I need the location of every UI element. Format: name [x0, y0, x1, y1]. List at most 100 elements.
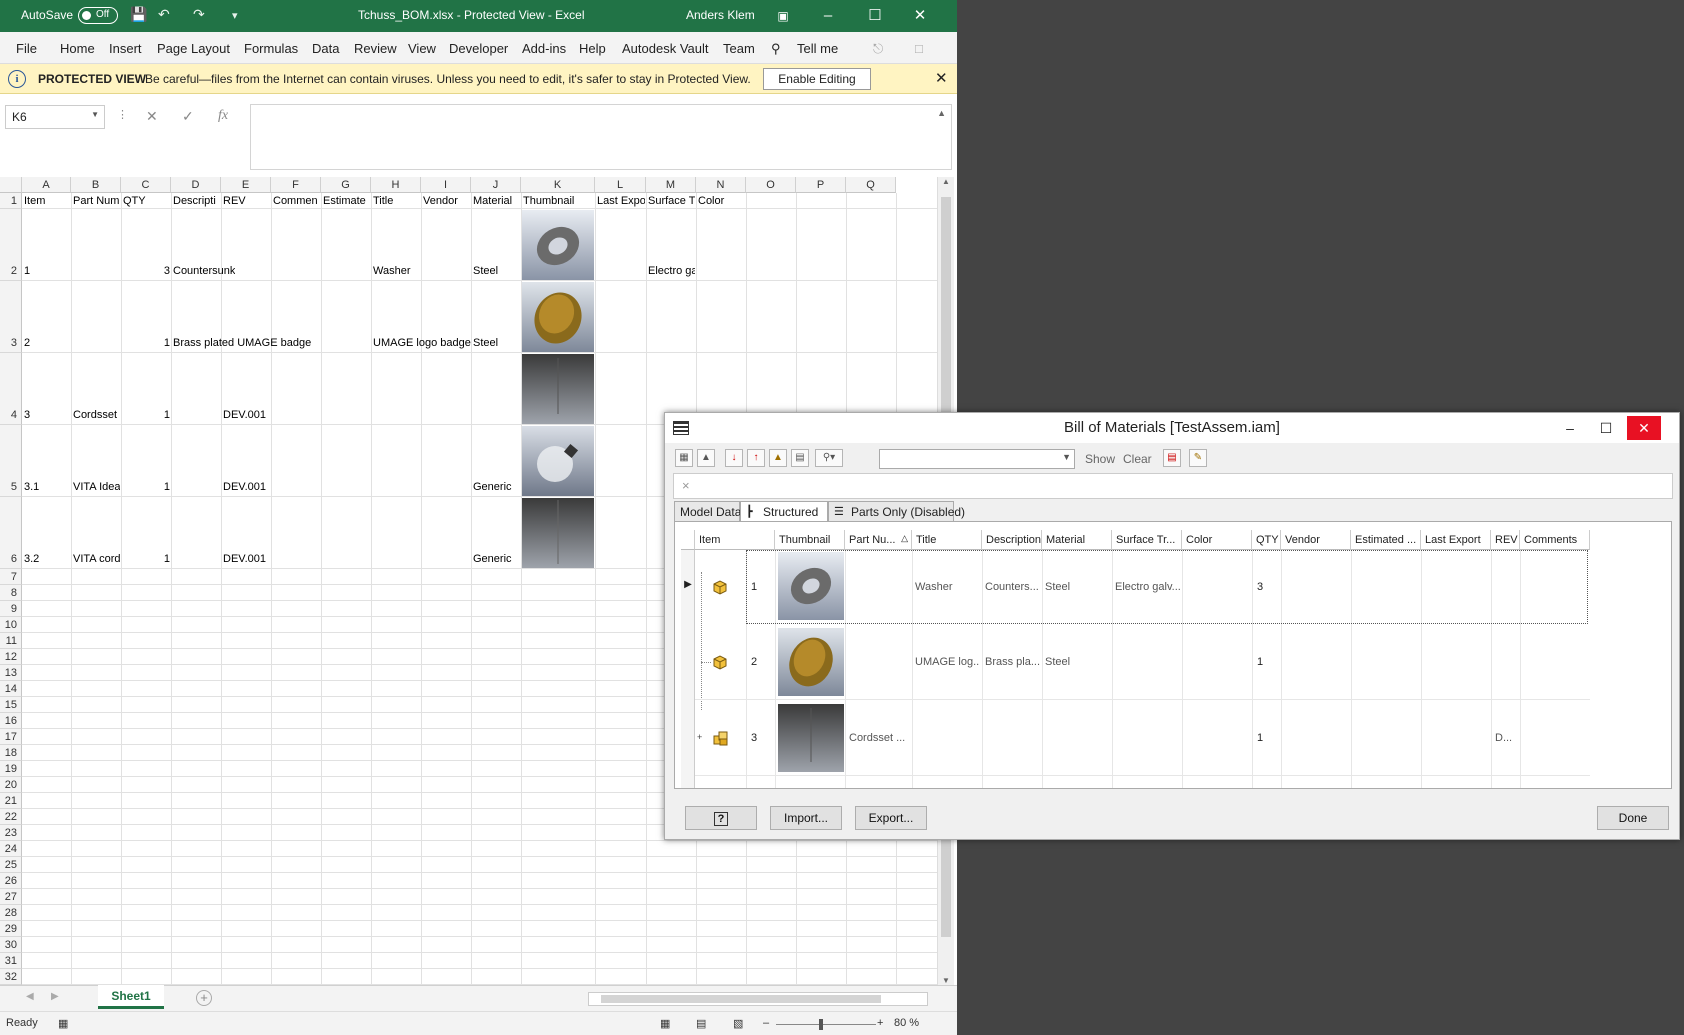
row-header[interactable]: 20 — [0, 777, 22, 793]
macro-record-icon[interactable]: ▦ — [58, 1017, 68, 1030]
column-header[interactable]: P — [796, 177, 846, 193]
edit-icon[interactable]: ✎ — [1189, 449, 1207, 467]
header-cell[interactable]: Vendor — [423, 195, 470, 207]
cell-part-number[interactable]: VITA Idea — [73, 481, 120, 493]
clear-button[interactable]: Clear — [1123, 452, 1152, 466]
bom-table[interactable]: Item Thumbnail Part Nu... △ Title Descrip… — [674, 521, 1672, 789]
cord-thumbnail[interactable] — [522, 498, 594, 568]
name-box[interactable]: K6 ▼ — [5, 105, 105, 129]
column-header[interactable]: D — [171, 177, 221, 193]
row-header[interactable]: 22 — [0, 809, 22, 825]
row-header[interactable]: 29 — [0, 921, 22, 937]
row-header[interactable]: 1 — [0, 193, 22, 209]
header-cell[interactable]: Item — [24, 195, 70, 207]
row-header[interactable]: 19 — [0, 761, 22, 777]
tab-team[interactable]: Team — [723, 41, 755, 56]
cell-material[interactable]: Steel — [473, 337, 498, 349]
col-header[interactable]: Title — [912, 530, 982, 550]
select-all-corner[interactable] — [0, 177, 22, 193]
header-cell[interactable]: REV — [223, 195, 270, 207]
prev-sheet-icon[interactable]: ◀ — [26, 991, 34, 1002]
zoom-out-icon[interactable]: – — [763, 1017, 769, 1029]
eraser-icon[interactable]: ▲ — [697, 449, 715, 467]
cell-rev[interactable]: DEV.001 — [223, 409, 266, 421]
cell-description[interactable]: Countersunk — [173, 265, 235, 277]
row-header[interactable]: 4 — [0, 353, 22, 425]
cell-qty[interactable]: 1 — [123, 337, 170, 349]
page-break-view-icon[interactable]: ▧ — [733, 1017, 743, 1030]
header-cell[interactable]: Thumbnail — [523, 195, 594, 207]
cell-title[interactable]: Washer — [373, 265, 411, 277]
tab-developer[interactable]: Developer — [449, 41, 508, 56]
cell-surface[interactable]: Electro ga — [648, 265, 695, 277]
tab-help[interactable]: Help — [579, 41, 606, 56]
export-table-icon[interactable]: ▤ — [1163, 449, 1181, 467]
cell-part-number[interactable]: Cordsset — [73, 409, 120, 421]
cell-item[interactable]: 2 — [24, 337, 30, 349]
item-renumber-icon[interactable]: ▲ — [769, 449, 787, 467]
zoom-in-icon[interactable]: + — [877, 1017, 883, 1029]
ribbon-display-icon[interactable]: ▣ — [769, 4, 797, 28]
header-cell[interactable]: Color — [698, 195, 745, 207]
add-sheet-icon[interactable]: + — [196, 990, 212, 1006]
help-button[interactable]: ? — [685, 806, 757, 830]
column-header[interactable]: A — [22, 177, 71, 193]
col-header[interactable]: Vendor — [1281, 530, 1351, 550]
column-header[interactable]: E — [221, 177, 271, 193]
row-header[interactable]: 8 — [0, 585, 22, 601]
cell-qty[interactable]: 1 — [123, 553, 170, 565]
zoom-slider[interactable] — [776, 1019, 876, 1030]
row-header[interactable]: 27 — [0, 889, 22, 905]
expand-icon[interactable]: + — [697, 732, 702, 742]
tell-me-search[interactable]: Tell me — [797, 41, 838, 56]
row-header[interactable]: 23 — [0, 825, 22, 841]
cell-qty[interactable]: 1 — [123, 409, 170, 421]
row-header[interactable]: 30 — [0, 937, 22, 953]
minimize-icon[interactable]: – — [1553, 416, 1587, 440]
col-header[interactable]: Estimated ... — [1351, 530, 1421, 550]
row-header[interactable]: 18 — [0, 745, 22, 761]
badge-thumbnail[interactable] — [522, 282, 594, 352]
cell-item[interactable]: 3.2 — [24, 553, 39, 565]
cell-part-number[interactable]: VITA cord — [73, 553, 120, 565]
minimize-icon[interactable]: – — [814, 4, 842, 28]
header-cell[interactable]: Surface T — [648, 195, 695, 207]
page-layout-view-icon[interactable]: ▤ — [696, 1017, 706, 1030]
tab-view[interactable]: View — [408, 41, 436, 56]
close-bar-icon[interactable]: ✕ — [935, 69, 948, 87]
h-scroll-thumb[interactable] — [601, 995, 881, 1003]
row-header[interactable]: 31 — [0, 953, 22, 969]
col-header[interactable]: Color — [1182, 530, 1252, 550]
close-icon[interactable]: ✕ — [906, 4, 934, 28]
col-header[interactable]: Last Export — [1421, 530, 1491, 550]
enable-editing-button[interactable]: Enable Editing — [763, 68, 871, 90]
show-button[interactable]: Show — [1085, 452, 1115, 466]
header-cell[interactable]: Descripti — [173, 195, 220, 207]
clear-filter-icon[interactable]: × — [682, 478, 690, 493]
scroll-up-icon[interactable]: ▲ — [942, 177, 950, 186]
cell-item[interactable]: 1 — [24, 265, 30, 277]
enter-icon[interactable]: ✓ — [182, 108, 194, 125]
column-header[interactable]: H — [371, 177, 421, 193]
tab-page-layout[interactable]: Page Layout — [157, 41, 230, 56]
row-header[interactable]: 32 — [0, 969, 22, 985]
customize-qat-icon[interactable]: ▾ — [232, 9, 238, 22]
bom-filter-bar[interactable]: × — [673, 473, 1673, 499]
maximize-icon[interactable]: ☐ — [861, 4, 889, 28]
row-header[interactable]: 7 — [0, 569, 22, 585]
column-header[interactable]: O — [746, 177, 796, 193]
col-header[interactable]: Comments — [1520, 530, 1590, 550]
redo-icon[interactable]: ↷ — [193, 6, 205, 23]
header-cell[interactable]: Last Expo — [597, 195, 645, 207]
row-header[interactable]: 13 — [0, 665, 22, 681]
horizontal-scrollbar[interactable] — [588, 992, 928, 1006]
col-header[interactable]: Surface Tr... — [1112, 530, 1182, 550]
cell-rev[interactable]: DEV.001 — [223, 553, 266, 565]
cell-rev[interactable]: DEV.001 — [223, 481, 266, 493]
column-header[interactable]: L — [595, 177, 646, 193]
tab-parts-only[interactable]: ☰ Parts Only (Disabled) — [828, 501, 965, 522]
user-name[interactable]: Anders Klem — [686, 8, 755, 22]
share-icon[interactable]: ⎋ — [873, 41, 883, 57]
cell-material[interactable]: Generic — [473, 553, 512, 565]
view-selector[interactable]: ▼ — [879, 449, 1075, 469]
